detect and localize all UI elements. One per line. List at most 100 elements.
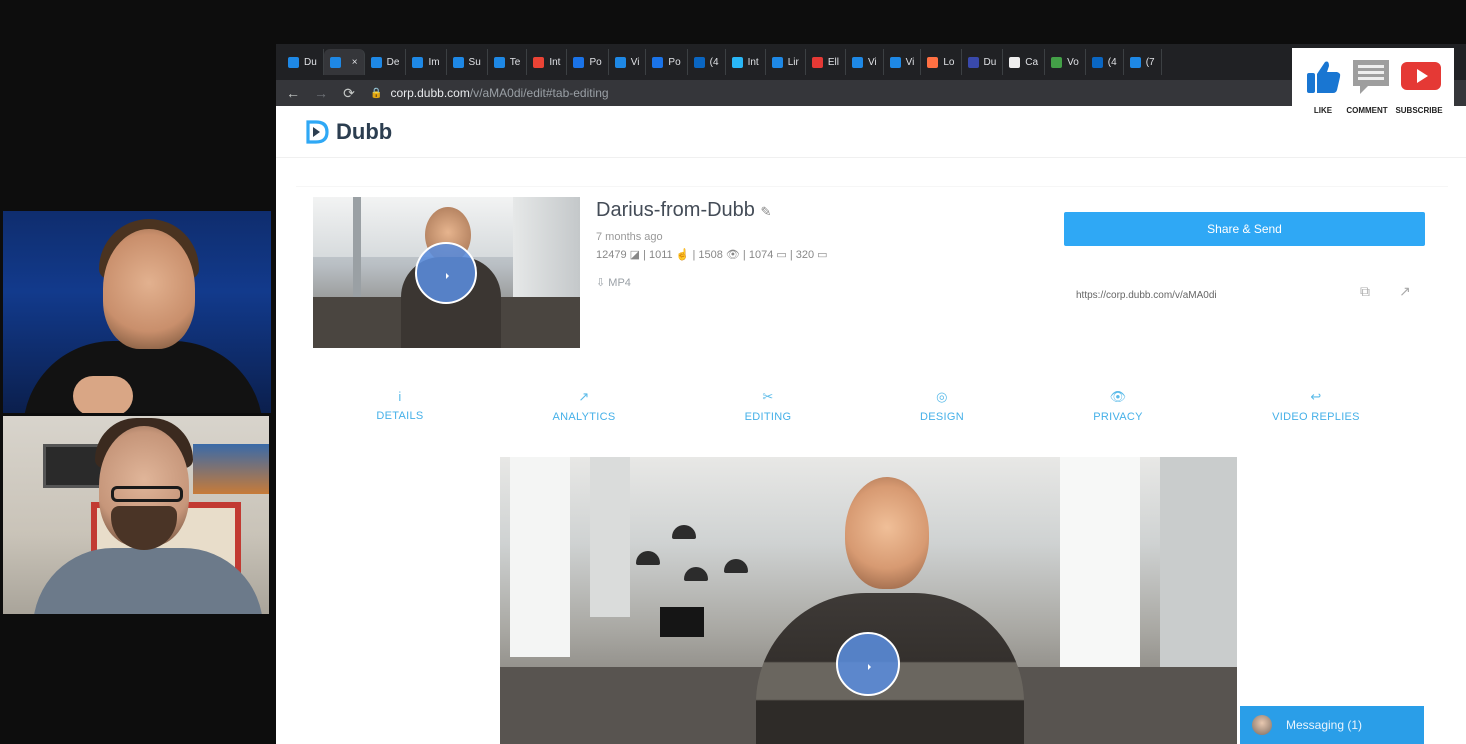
forward-icon[interactable]: → — [314, 85, 328, 101]
tab-icon: i — [398, 389, 402, 404]
video-detail-panel: Darius-from-Dubb ✎ 7 months ago 12479 ◪ … — [296, 186, 1448, 744]
url-host: corp.dubb.com — [390, 86, 470, 100]
video-play-icon[interactable] — [836, 632, 900, 696]
comment-icon[interactable] — [1346, 56, 1396, 101]
tab-label: EDITING — [744, 411, 792, 423]
back-icon[interactable]: ← — [286, 85, 300, 101]
dubb-logo-icon — [306, 119, 329, 144]
tab-label: Vo — [1067, 56, 1079, 68]
tab-label: Int — [549, 56, 561, 68]
browser-tab[interactable]: Int — [726, 49, 766, 75]
tab-favicon-icon — [731, 56, 743, 68]
video-player[interactable] — [500, 457, 1237, 744]
tab-editing[interactable]: ✂ EDITING — [708, 389, 828, 423]
comment-label: COMMENT — [1346, 106, 1388, 115]
browser-tab[interactable]: Te — [488, 49, 528, 75]
browser-tab[interactable]: Vi — [609, 49, 647, 75]
download-icon: ⇩ — [596, 277, 606, 289]
tab-label: Ell — [827, 56, 839, 68]
tab-favicon-icon — [771, 56, 783, 68]
video-age: 7 months ago — [596, 231, 663, 243]
video-stats: 12479 ◪ | 1011 ☝ | 1508 👁 | 1074 ▭ | 320… — [596, 249, 828, 261]
format-label: MP4 — [608, 277, 631, 289]
tab-label: PRIVACY — [1093, 411, 1143, 423]
browser-tab[interactable]: (7 — [1124, 49, 1162, 75]
browser-tab[interactable]: (4 — [688, 49, 726, 75]
wall-photo — [193, 444, 269, 494]
tab-label: Du — [983, 56, 997, 68]
browser-tab[interactable]: Du — [962, 49, 1004, 75]
browser-tab[interactable]: Ell — [806, 49, 846, 75]
tab-label: Im — [428, 56, 440, 68]
tab-design[interactable]: ◎ DESIGN — [882, 389, 1002, 423]
screen: Du × De Im Su Te Int Po Vi Po (4 Int Lir Ell Vi Vi Lo Du C… — [0, 0, 1466, 744]
tab-favicon-icon — [811, 56, 823, 68]
tab-favicon-icon — [288, 56, 299, 68]
messaging-widget[interactable]: Messaging (1) — [1240, 706, 1424, 744]
tab-favicon-icon — [614, 56, 626, 68]
lock-icon: 🔒 — [370, 87, 383, 99]
browser-tab[interactable]: Vo — [1045, 49, 1086, 75]
mp4-download-link[interactable]: ⇩ MP4 — [596, 276, 631, 289]
video-tabs: i DETAILS ↗ ANALYTICS ✂ EDITING ◎ DESIGN 👁 PRIVAC… — [296, 389, 1448, 429]
browser-tab[interactable]: Du — [282, 49, 324, 75]
tab-favicon-icon — [652, 56, 664, 68]
edit-title-icon[interactable]: ✎ — [761, 204, 772, 219]
share-send-button[interactable]: Share & Send — [1064, 212, 1425, 246]
tab-label: (4 — [1107, 56, 1117, 68]
brand-name: Dubb — [336, 118, 393, 144]
browser-tab[interactable]: Im — [406, 49, 447, 75]
tab-label: Po — [589, 56, 602, 68]
tab-favicon-icon — [370, 56, 382, 68]
open-external-icon[interactable]: ↗ — [1392, 283, 1418, 307]
tab-details[interactable]: i DETAILS — [340, 389, 460, 422]
dubb-logo[interactable]: Dubb — [304, 119, 392, 145]
tab-icon: ✂ — [762, 389, 774, 404]
browser-tab[interactable]: Vi — [846, 49, 884, 75]
messaging-label: Messaging (1) — [1286, 718, 1363, 732]
browser-tab[interactable]: Ca — [1003, 49, 1046, 75]
tab-label: Ca — [1025, 56, 1039, 68]
person-hand — [73, 376, 133, 413]
browser-tab[interactable]: De — [365, 49, 407, 75]
browser-tab[interactable]: Lir — [766, 49, 806, 75]
browser-tab[interactable]: Vi — [884, 49, 922, 75]
tab-icon: ↩ — [1310, 389, 1322, 404]
browser-window: Du × De Im Su Te Int Po Vi Po (4 Int Lir Ell Vi Vi Lo Du C… — [276, 44, 1466, 744]
tab-label: Vi — [630, 56, 640, 68]
browser-tab[interactable]: (4 — [1086, 49, 1124, 75]
tab-label: Po — [668, 56, 681, 68]
close-tab-icon[interactable]: × — [352, 57, 358, 68]
tab-label: VIDEO REPLIES — [1272, 411, 1360, 423]
thumbnail-play-icon[interactable] — [415, 242, 477, 304]
tab-favicon-icon — [851, 56, 863, 68]
browser-tab[interactable]: Su — [447, 49, 488, 75]
browser-tab[interactable]: Lo — [921, 49, 962, 75]
tab-icon: 👁 — [1109, 389, 1127, 404]
thumbs-up-icon[interactable] — [1298, 56, 1348, 101]
browser-tab[interactable]: Int — [527, 49, 568, 75]
app-header: Dubb — [276, 106, 1466, 158]
url-field[interactable]: 🔒 corp.dubb.com/v/aMA0di/edit#tab-editin… — [370, 86, 609, 100]
reload-icon[interactable]: ⟳ — [342, 85, 356, 102]
tab-favicon-icon — [889, 56, 901, 68]
tab-privacy[interactable]: 👁 PRIVACY — [1058, 389, 1178, 423]
share-url[interactable]: https://corp.dubb.com/v/aMA0di — [1076, 290, 1217, 301]
tab-favicon-icon — [1091, 56, 1103, 68]
tab-favicon-icon — [1129, 56, 1141, 68]
person-glasses — [111, 486, 183, 502]
person-body — [23, 341, 263, 413]
browser-tab[interactable]: Po — [567, 49, 609, 75]
video-thumbnail[interactable] — [313, 197, 580, 348]
browser-tab-strip: Du × De Im Su Te Int Po Vi Po (4 Int Lir Ell Vi Vi Lo Du C… — [276, 44, 1466, 80]
browser-tab[interactable]: × — [323, 49, 365, 75]
video-title: Darius-from-Dubb ✎ — [596, 199, 772, 221]
tab-label: DETAILS — [376, 410, 424, 422]
tab-video-replies[interactable]: ↩ VIDEO REPLIES — [1256, 389, 1376, 423]
copy-embed-icon[interactable]: ⧉ — [1352, 283, 1378, 307]
youtube-play-icon[interactable] — [1396, 56, 1446, 101]
tab-analytics[interactable]: ↗ ANALYTICS — [524, 389, 644, 423]
presenter-head — [845, 477, 929, 589]
browser-tab[interactable]: Po — [646, 49, 688, 75]
tab-label: ANALYTICS — [552, 411, 616, 423]
